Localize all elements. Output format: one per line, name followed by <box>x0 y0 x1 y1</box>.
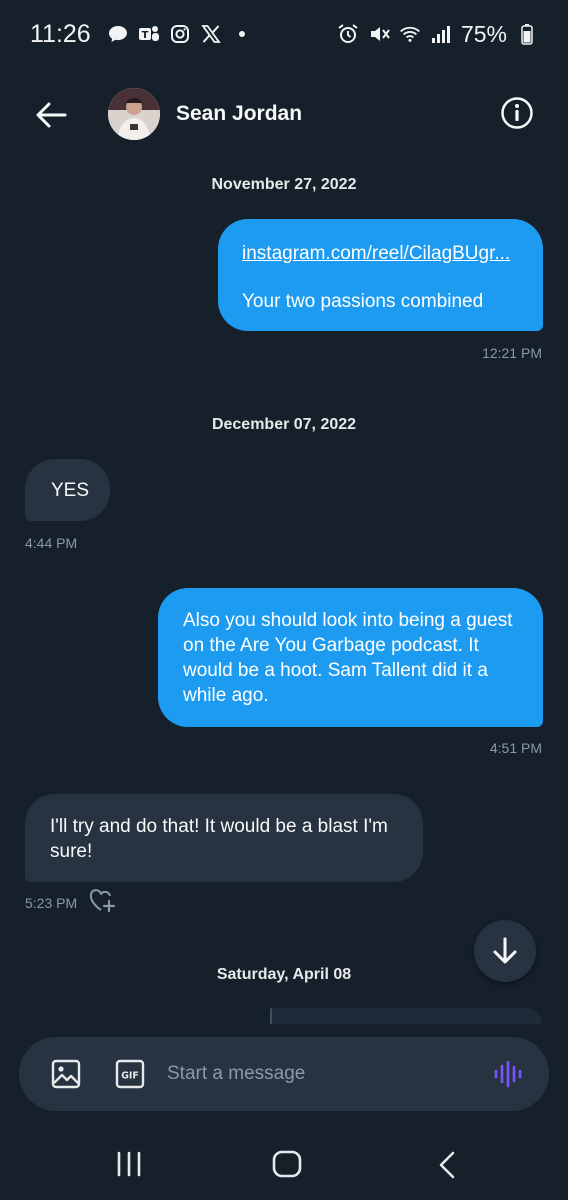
system-back-button[interactable] <box>436 1150 458 1180</box>
message-bubble-partial[interactable] <box>270 1008 542 1024</box>
message-text: Your two passions combined <box>242 291 484 312</box>
recent-apps-button[interactable] <box>116 1150 142 1178</box>
status-time: 11:26 <box>30 19 91 48</box>
x-icon <box>200 23 222 45</box>
battery-icon <box>516 23 538 45</box>
instagram-icon <box>169 23 191 45</box>
message-timestamp: 5:23 PM <box>25 895 78 911</box>
heart-plus-icon <box>89 889 116 913</box>
chat-bubble-icon <box>107 23 129 45</box>
date-separator: Saturday, April 08 <box>216 966 352 983</box>
image-icon <box>51 1059 81 1089</box>
notification-icons: T <box>107 23 253 45</box>
teams-icon: T <box>138 23 160 45</box>
add-image-button[interactable] <box>51 1059 81 1089</box>
gif-button[interactable]: GIF <box>115 1059 145 1089</box>
message-link[interactable]: instagram.com/reel/CilagBUgr... <box>242 241 510 266</box>
message-timestamp: 12:21 PM <box>482 345 542 361</box>
battery-percent: 75% <box>460 20 507 47</box>
status-bar: 11:26 T 75% <box>0 0 568 68</box>
message-input[interactable] <box>167 1059 467 1089</box>
status-right: 75% <box>337 21 538 48</box>
arrow-down-icon <box>493 937 517 964</box>
message-timestamp: 4:51 PM <box>489 740 542 756</box>
message-text: Also you should look into being a guest … <box>183 610 513 706</box>
dot-icon <box>231 23 253 45</box>
gif-icon: GIF <box>115 1059 145 1089</box>
arrow-left-icon <box>36 102 67 128</box>
wifi-icon <box>399 23 421 45</box>
add-reaction-button[interactable] <box>89 888 117 914</box>
waveform-icon <box>494 1060 522 1088</box>
home-icon <box>272 1150 302 1178</box>
back-button[interactable] <box>30 94 72 136</box>
avatar-photo <box>108 88 160 140</box>
mute-icon <box>368 23 390 45</box>
home-button[interactable] <box>272 1150 302 1178</box>
info-icon <box>501 97 533 129</box>
message-text: I'll try and do that! It would be a blas… <box>50 816 388 862</box>
recent-apps-icon <box>117 1151 141 1177</box>
gif-label: GIF <box>121 1071 139 1082</box>
date-separator: December 07, 2022 <box>211 416 357 433</box>
voice-message-button[interactable] <box>493 1059 523 1089</box>
message-bubble-outgoing[interactable]: instagram.com/reel/CilagBUgr... Your two… <box>218 219 543 331</box>
message-bubble-incoming[interactable]: I'll try and do that! It would be a blas… <box>25 794 423 882</box>
svg-text:T: T <box>141 30 148 41</box>
message-composer: GIF <box>19 1037 549 1111</box>
avatar[interactable] <box>108 88 160 140</box>
message-timestamp: 4:44 PM <box>25 535 78 551</box>
date-separator: November 27, 2022 <box>211 176 357 193</box>
message-text: YES <box>51 480 90 501</box>
system-navigation-bar <box>0 1130 568 1200</box>
info-button[interactable] <box>500 96 534 130</box>
conversation-header: Sean Jordan <box>0 78 568 150</box>
message-bubble-outgoing[interactable]: Also you should look into being a guest … <box>158 588 543 727</box>
alarm-icon <box>337 23 359 45</box>
status-left: 11:26 T <box>30 20 253 49</box>
chevron-left-icon <box>439 1151 455 1179</box>
contact-name[interactable]: Sean Jordan <box>176 102 302 126</box>
signal-icon <box>430 23 452 45</box>
message-bubble-incoming[interactable]: YES <box>25 459 110 521</box>
